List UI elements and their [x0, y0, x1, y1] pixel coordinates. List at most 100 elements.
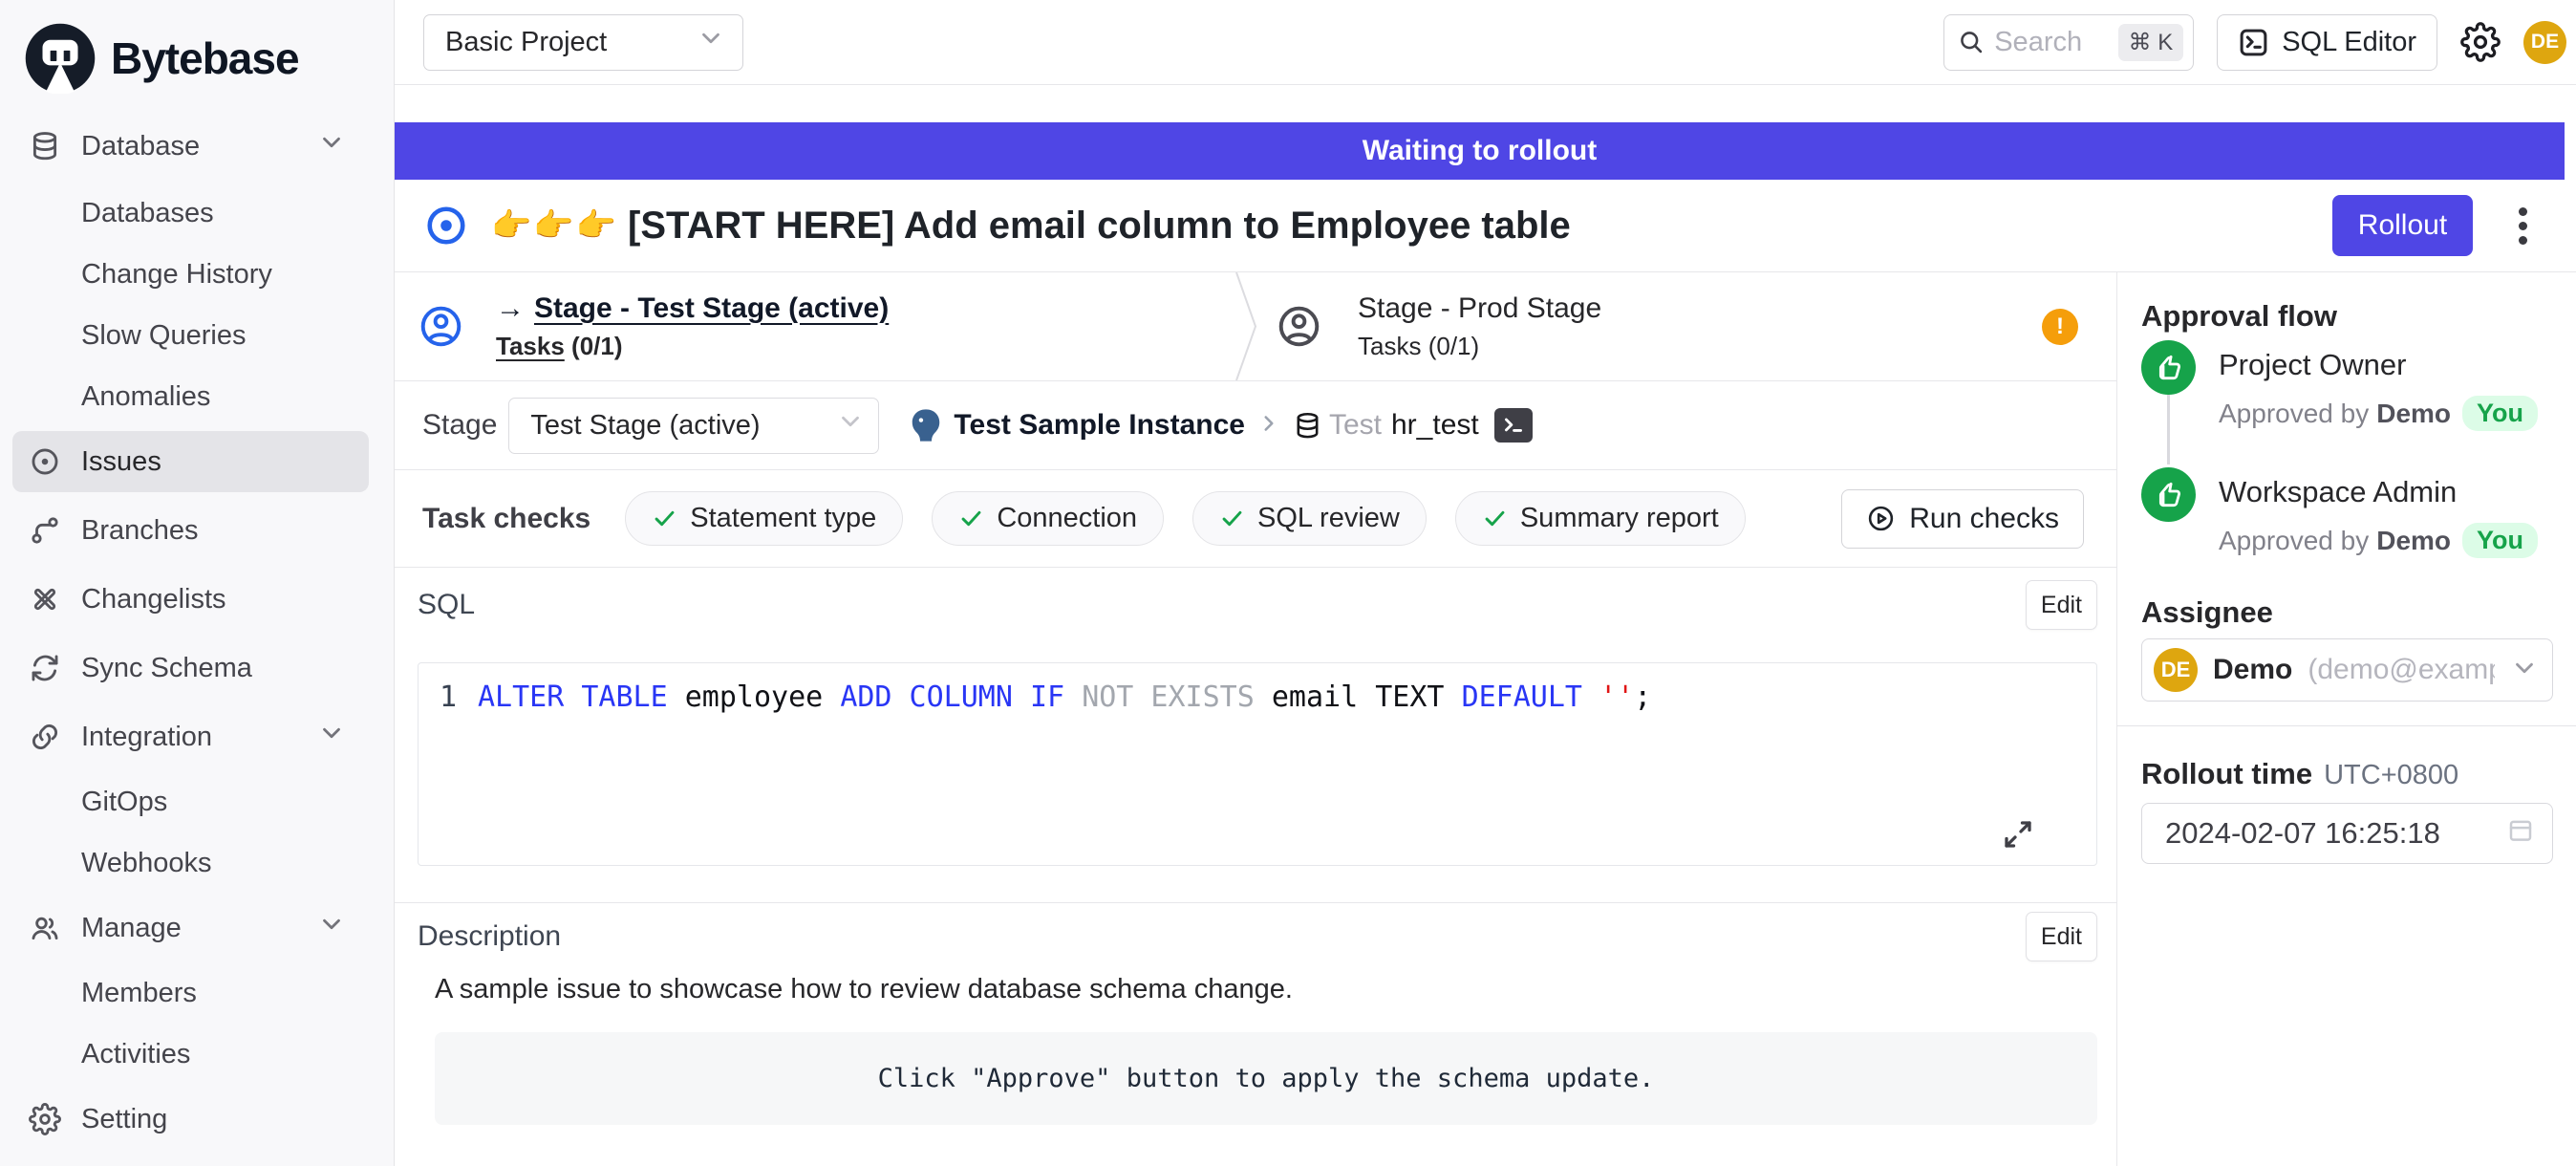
- sql-edit-button[interactable]: Edit: [2026, 580, 2097, 630]
- description-edit-button[interactable]: Edit: [2026, 912, 2097, 961]
- sidebar-item-setting[interactable]: Setting: [0, 1089, 394, 1150]
- stage-tasks-label: Tasks: [1358, 332, 1421, 360]
- issue-main-column: → Stage - Test Stage (active) Tasks (0/1…: [395, 272, 2117, 1166]
- line-number: 1: [419, 679, 478, 717]
- sql-section-label: SQL: [418, 589, 475, 621]
- sql-editor-label: SQL Editor: [2282, 27, 2416, 58]
- sidebar-item-webhooks[interactable]: Webhooks: [0, 832, 394, 894]
- play-circle-icon: [1866, 504, 1896, 533]
- expand-editor-icon[interactable]: [2001, 817, 2035, 852]
- bytebase-app: Bytebase Database Databases Change Histo…: [0, 0, 2576, 1166]
- approver-name: Demo: [2376, 399, 2451, 429]
- project-select-value: Basic Project: [445, 27, 607, 58]
- sidebar-item-label: Changelists: [81, 584, 226, 615]
- check-icon: [958, 506, 984, 531]
- breadcrumb-environment: Test: [1329, 409, 1382, 442]
- approval-steps: Project Owner Approved by Demo You: [2141, 340, 2553, 558]
- sidebar-item-label: Slow Queries: [81, 320, 246, 352]
- sidebar-item-slow-queries[interactable]: Slow Queries: [0, 305, 394, 366]
- approval-step-workspace-admin: Workspace Admin Approved by Demo You: [2141, 467, 2553, 558]
- issue-title: [START HERE] Add email column to Employe…: [628, 205, 1571, 248]
- sidebar-item-label: Sync Schema: [81, 653, 252, 684]
- open-in-sql-editor-icon[interactable]: [1494, 408, 1533, 443]
- settings-gear-icon[interactable]: [2460, 22, 2501, 62]
- sidebar: Bytebase Database Databases Change Histo…: [0, 0, 395, 1166]
- breadcrumb-instance[interactable]: Test Sample Instance: [954, 409, 1245, 442]
- sidebar-item-label: Integration: [81, 722, 212, 753]
- sync-icon: [29, 652, 61, 684]
- assignee-select[interactable]: DE Demo (demo@example: [2141, 638, 2553, 702]
- sidebar-item-label: Database: [81, 131, 200, 162]
- sql-section: SQL Edit 1 ALTER TABLE employee ADD COLU…: [395, 568, 2116, 903]
- sidebar-item-changelists[interactable]: Changelists: [0, 569, 394, 630]
- more-options-kebab-icon[interactable]: [2503, 207, 2542, 245]
- description-text: A sample issue to showcase how to review…: [435, 974, 2097, 1005]
- postgresql-icon: [908, 407, 944, 443]
- check-icon: [652, 506, 677, 531]
- approval-status-prefix: Approved by: [2219, 526, 2369, 556]
- stage-select[interactable]: Test Stage (active): [508, 398, 879, 454]
- link-icon: [29, 721, 61, 753]
- logo-wordmark: Bytebase: [111, 32, 299, 84]
- run-checks-label: Run checks: [1909, 503, 2059, 535]
- sidebar-item-issues[interactable]: Issues: [12, 431, 369, 492]
- chevron-down-icon: [317, 128, 346, 164]
- sidebar-item-activities[interactable]: Activities: [0, 1024, 394, 1085]
- sidebar-item-label: Webhooks: [81, 848, 212, 879]
- stage-name-link[interactable]: Stage - Test Stage (active): [534, 292, 889, 325]
- sidebar-item-branches[interactable]: Branches: [0, 500, 394, 561]
- sidebar-item-sync-schema[interactable]: Sync Schema: [0, 637, 394, 699]
- sidebar-item-integration[interactable]: Integration: [0, 706, 394, 767]
- you-badge: You: [2462, 396, 2538, 431]
- run-checks-button[interactable]: Run checks: [1841, 489, 2084, 549]
- check-pill-summary-report[interactable]: Summary report: [1455, 491, 1746, 546]
- approval-role: Workspace Admin: [2219, 475, 2538, 509]
- breadcrumb-database[interactable]: hr_test: [1391, 409, 1479, 442]
- stage-tasks-link[interactable]: Tasks: [496, 332, 565, 360]
- sidebar-item-databases[interactable]: Databases: [0, 183, 394, 244]
- thumbs-up-icon: [2141, 340, 2196, 395]
- chevron-down-icon: [836, 407, 865, 443]
- users-icon: [29, 912, 61, 944]
- search-input[interactable]: Search ⌘ K: [1943, 14, 2194, 71]
- you-badge: You: [2462, 523, 2538, 558]
- search-icon: [1958, 29, 1985, 55]
- sidebar-item-change-history[interactable]: Change History: [0, 244, 394, 305]
- check-label: Statement type: [690, 503, 876, 534]
- main-area: Basic Project Search ⌘ K SQL Editor DE W…: [395, 0, 2576, 1166]
- logo[interactable]: Bytebase: [0, 0, 394, 116]
- sidebar-item-manage[interactable]: Manage: [0, 897, 394, 959]
- stage-select-value: Test Stage (active): [530, 410, 760, 442]
- sidebar-item-label: Branches: [81, 515, 199, 547]
- check-icon: [1482, 506, 1508, 531]
- approver-name: Demo: [2376, 526, 2451, 556]
- stage-picker-row: Stage Test Stage (active) Test Sample In…: [395, 381, 2116, 470]
- stage-strip: → Stage - Test Stage (active) Tasks (0/1…: [395, 272, 2116, 381]
- sql-editor-button[interactable]: SQL Editor: [2217, 14, 2437, 71]
- sidebar-item-anomalies[interactable]: Anomalies: [0, 366, 394, 427]
- sidebar-item-members[interactable]: Members: [0, 962, 394, 1024]
- sidebar-item-label: Change History: [81, 259, 272, 291]
- sidebar-item-gitops[interactable]: GitOps: [0, 771, 394, 832]
- check-pill-statement-type[interactable]: Statement type: [625, 491, 903, 546]
- check-label: SQL review: [1257, 503, 1400, 534]
- task-checks-label: Task checks: [422, 503, 590, 535]
- sidebar-item-database[interactable]: Database: [0, 116, 394, 177]
- active-stage-arrow: →: [496, 292, 525, 325]
- issue-side-panel: Approval flow Project Owner Approved by …: [2117, 272, 2576, 1166]
- check-pill-sql-review[interactable]: SQL review: [1192, 491, 1427, 546]
- task-checks-row: Task checks Statement type Connection SQ…: [395, 470, 2116, 568]
- stage-separator-chevron: [1233, 272, 1261, 380]
- stage-card-prod[interactable]: Stage - Prod Stage Tasks (0/1) !: [1261, 272, 2116, 380]
- project-select[interactable]: Basic Project: [423, 14, 743, 71]
- rollout-button[interactable]: Rollout: [2332, 195, 2473, 256]
- check-pill-connection[interactable]: Connection: [932, 491, 1164, 546]
- user-avatar[interactable]: DE: [2523, 21, 2566, 64]
- description-section: Description Edit A sample issue to showc…: [395, 903, 2116, 1166]
- description-code-block: Click "Approve" button to apply the sche…: [435, 1032, 2097, 1125]
- rollout-time-input[interactable]: 2024-02-07 16:25:18: [2141, 803, 2553, 864]
- approval-step-project-owner: Project Owner Approved by Demo You: [2141, 340, 2553, 431]
- changelist-icon: [29, 583, 61, 615]
- calendar-icon[interactable]: [2506, 815, 2535, 852]
- stage-card-test[interactable]: → Stage - Test Stage (active) Tasks (0/1…: [395, 272, 1233, 380]
